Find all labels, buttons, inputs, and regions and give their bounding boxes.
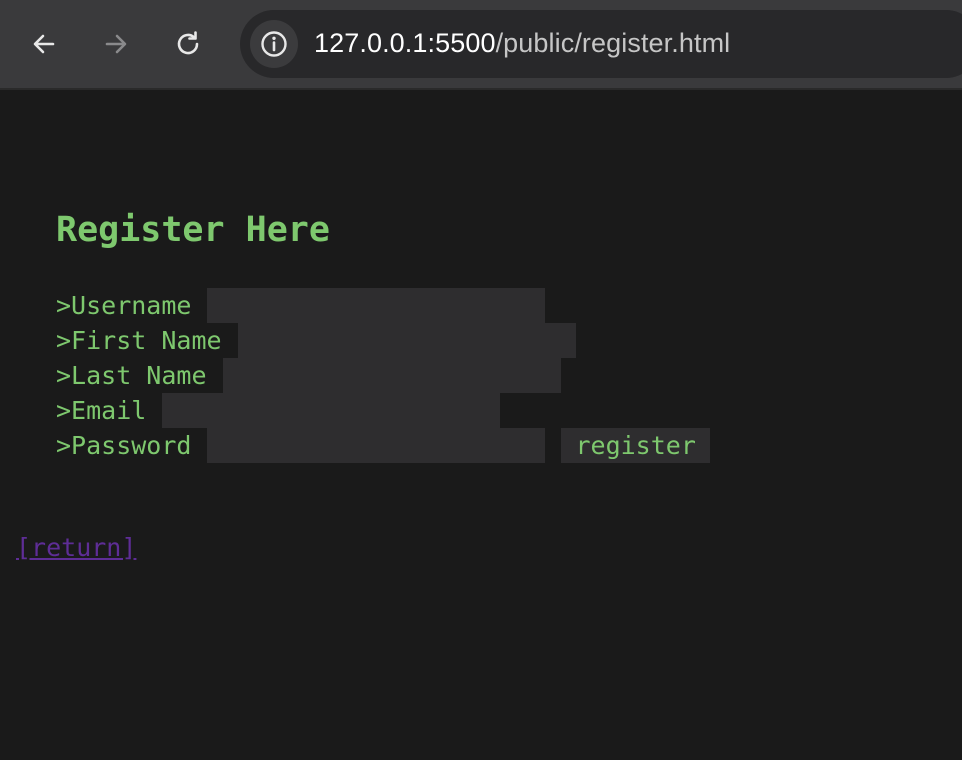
arrow-right-icon <box>105 34 127 54</box>
info-icon <box>261 31 287 57</box>
first-name-label: >First Name <box>56 326 222 355</box>
username-input[interactable] <box>207 288 546 323</box>
first-name-input[interactable] <box>237 323 576 358</box>
email-input[interactable] <box>162 393 501 428</box>
url-host: 127.0.0.1:5500 <box>314 28 496 58</box>
address-bar[interactable]: 127.0.0.1:5500/public/register.html <box>240 10 962 78</box>
site-info-button[interactable] <box>250 20 298 68</box>
forward-button[interactable] <box>96 24 136 64</box>
email-row: >Email <box>56 393 501 428</box>
url-path: /public/register.html <box>495 28 731 58</box>
username-label: >Username <box>56 291 192 320</box>
page-content: Register Here >Username >First Name >Las… <box>0 90 962 760</box>
url-text[interactable]: 127.0.0.1:5500/public/register.html <box>314 28 730 59</box>
reload-icon <box>177 31 199 55</box>
password-row: >Password register <box>56 428 710 463</box>
arrow-left-icon <box>33 34 55 54</box>
browser-toolbar: 127.0.0.1:5500/public/register.html <box>0 0 962 90</box>
register-button[interactable]: register <box>561 428 710 463</box>
email-label: >Email <box>56 396 147 425</box>
reload-button[interactable] <box>168 24 208 64</box>
page-title: Register Here <box>56 210 330 250</box>
password-input[interactable] <box>207 428 546 463</box>
username-row: >Username <box>56 288 546 323</box>
first-name-row: >First Name <box>56 323 576 358</box>
last-name-input[interactable] <box>222 358 561 393</box>
password-label: >Password <box>56 431 192 460</box>
back-button[interactable] <box>24 24 64 64</box>
last-name-label: >Last Name <box>56 361 207 390</box>
return-link[interactable]: [return] <box>16 533 136 562</box>
last-name-row: >Last Name <box>56 358 561 393</box>
